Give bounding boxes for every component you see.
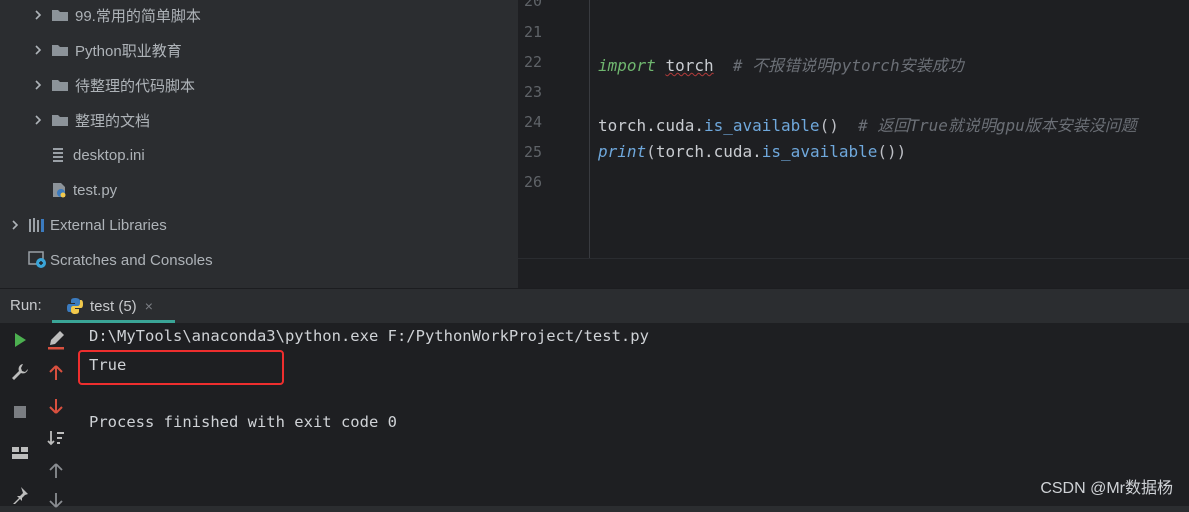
- code-comment: # 不报错说明pytorch安装成功: [732, 56, 964, 75]
- python-file-icon: [53, 183, 66, 198]
- tree-file-desktop-ini[interactable]: desktop.ini: [51, 138, 145, 172]
- chevron-right-icon[interactable]: [33, 80, 43, 90]
- line-number: 21: [524, 23, 543, 41]
- folder-icon: [52, 10, 68, 21]
- sort-down-icon: [47, 431, 64, 446]
- console-command-line: D:\MyTools\anaconda3\python.exe F:/Pytho…: [89, 327, 649, 345]
- tree-item-label: External Libraries: [50, 216, 167, 234]
- run-label: Run:: [10, 297, 42, 314]
- clear-console-button[interactable]: [44, 328, 68, 352]
- code-line-is-available[interactable]: torch.cuda.is_available() # 返回True就说明gpu…: [598, 112, 1137, 136]
- folder-icon: [52, 80, 68, 91]
- chevron-right-icon[interactable]: [33, 10, 43, 20]
- rerun-button[interactable]: [8, 328, 32, 352]
- scroll-down-button[interactable]: [44, 488, 68, 512]
- code-line-import[interactable]: import torch # 不报错说明pytorch安装成功: [598, 52, 964, 76]
- chevron-right-icon[interactable]: [33, 115, 43, 125]
- tree-item-label: Python职业教育: [75, 42, 182, 60]
- tree-item-label: test.py: [73, 181, 118, 199]
- tree-folder-pending-scripts[interactable]: 待整理的代码脚本: [33, 68, 195, 102]
- line-number: 24: [524, 113, 543, 131]
- arrow-up-icon: [49, 365, 63, 380]
- console-side-toolbar: [38, 323, 74, 508]
- fold-guide: [589, 0, 590, 258]
- run-tab-test[interactable]: test (5) ×: [52, 289, 175, 323]
- up-stack-button[interactable]: [44, 361, 68, 385]
- tree-item-label: Scratches and Consoles: [50, 251, 213, 269]
- arrow-up-icon: [49, 463, 63, 478]
- tree-folder-scripts[interactable]: 99.常用的简单脚本: [33, 0, 201, 32]
- run-toolbar: Run: test (5) ×: [0, 288, 1189, 324]
- settings-file-icon: [53, 148, 63, 162]
- paren-open: (: [646, 142, 656, 161]
- function-name: is_available: [703, 116, 820, 135]
- parens: (): [819, 116, 839, 135]
- paren-close: ()): [877, 142, 907, 161]
- scroll-up-button[interactable]: [44, 459, 68, 483]
- result-highlight-box: [78, 350, 284, 385]
- layout-button[interactable]: [8, 441, 32, 465]
- code-comment: # 返回True就说明gpu版本安装没问题: [858, 116, 1137, 135]
- layout-icon: [12, 447, 28, 459]
- watermark: CSDN @Mr数据杨: [1040, 480, 1173, 497]
- object-ref: torch.cuda.: [655, 142, 762, 161]
- line-number: 22: [524, 53, 543, 71]
- code-editor[interactable]: 20 21 22 23 24 25 26 import torch # 不报错说…: [518, 0, 1189, 289]
- wrench-icon: [12, 364, 28, 380]
- chevron-right-icon[interactable]: [10, 220, 20, 230]
- function-name: is_available: [761, 142, 878, 161]
- close-icon[interactable]: ×: [145, 298, 153, 314]
- module-name: torch: [665, 56, 714, 75]
- play-icon: [15, 333, 26, 347]
- keyword: import: [598, 56, 656, 75]
- pencil-icon: [48, 331, 64, 350]
- tree-item-label: desktop.ini: [73, 146, 145, 164]
- down-stack-button[interactable]: [44, 394, 68, 418]
- object-ref: torch.cuda.: [598, 116, 704, 135]
- run-side-toolbar: [0, 323, 38, 506]
- line-number: 25: [524, 143, 543, 161]
- stop-button[interactable]: [8, 400, 32, 424]
- scratches-icon: [28, 251, 46, 268]
- editor-breadcrumb-bar: [518, 258, 1189, 289]
- console-exit-message: Process finished with exit code 0: [89, 413, 397, 431]
- folder-icon: [52, 45, 68, 56]
- pin-icon: [13, 487, 28, 504]
- tree-item-label: 整理的文档: [75, 112, 151, 130]
- tree-file-test-py[interactable]: test.py: [51, 173, 117, 207]
- tree-external-libraries[interactable]: External Libraries: [10, 208, 167, 242]
- code-line-print[interactable]: print(torch.cuda.is_available()): [598, 142, 906, 161]
- soft-wrap-button[interactable]: [44, 426, 68, 450]
- libraries-icon: [29, 218, 44, 232]
- edit-config-button[interactable]: [8, 360, 32, 384]
- tree-item-label: 待整理的代码脚本: [75, 77, 196, 95]
- tree-folder-python-education[interactable]: Python职业教育: [33, 33, 182, 67]
- chevron-right-icon[interactable]: [33, 45, 43, 55]
- line-number-gutter: 20 21 22 23 24 25 26: [518, 0, 588, 258]
- builtin-function: print: [598, 142, 647, 161]
- project-tree: 99.常用的简单脚本 Python职业教育 待整理的代码脚本 整理的文档 des…: [0, 0, 517, 288]
- pin-button[interactable]: [8, 483, 32, 507]
- tab-label: test (5): [90, 297, 137, 315]
- tree-scratches[interactable]: Scratches and Consoles: [28, 243, 213, 277]
- folder-icon: [52, 115, 68, 126]
- stop-icon: [14, 406, 26, 418]
- line-number: 20: [524, 0, 543, 10]
- line-number: 23: [524, 83, 543, 101]
- tree-folder-docs[interactable]: 整理的文档: [33, 103, 150, 137]
- tree-item-label: 99.常用的简单脚本: [75, 7, 201, 25]
- line-number: 26: [524, 173, 543, 191]
- python-icon: [67, 298, 83, 314]
- arrow-down-icon: [49, 399, 63, 414]
